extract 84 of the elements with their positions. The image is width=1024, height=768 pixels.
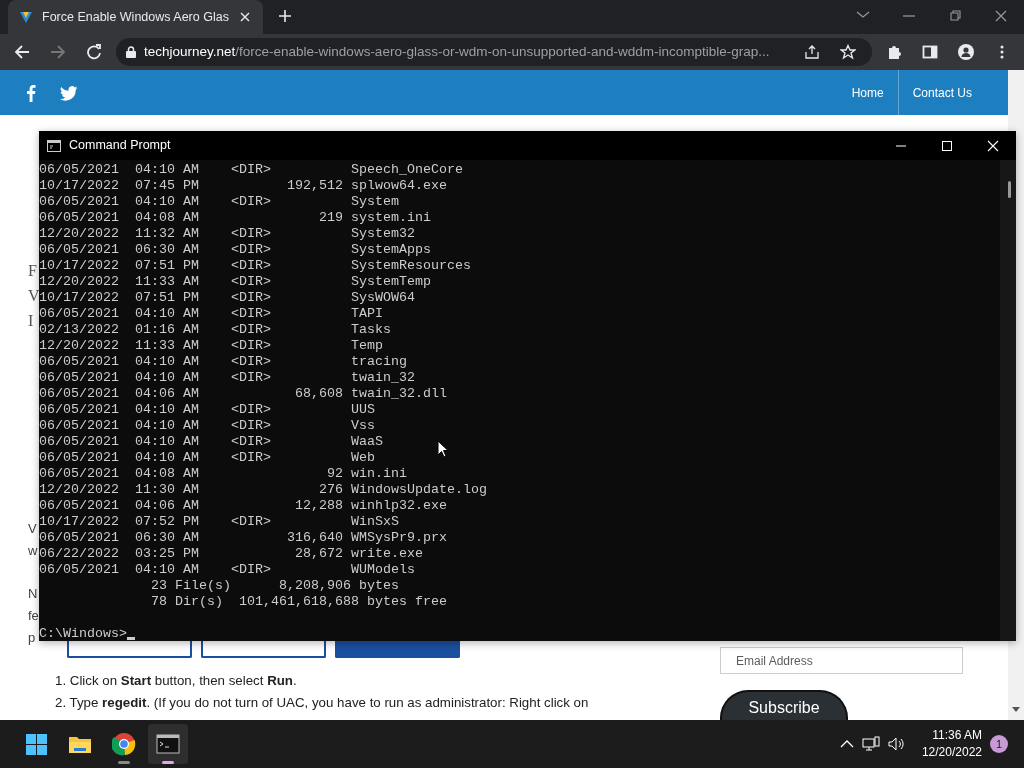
back-arrow-icon (14, 44, 30, 60)
console-line: 10/17/2022 07:52 PM <DIR> WinSxS (39, 514, 399, 530)
chrome-icon (112, 732, 136, 756)
side-panel-icon (922, 44, 938, 60)
console-line: 06/05/2021 06:30 AM <DIR> SystemApps (39, 242, 431, 258)
facebook-icon (26, 84, 36, 103)
list-item: 2. Type regedit. (If you do not turn of UAC, you have to run as administrator: Right click on (55, 694, 589, 712)
notification-badge[interactable]: 1 (990, 735, 1008, 753)
console-line: 06/05/2021 04:10 AM <DIR> twain_32 (39, 370, 415, 386)
chevron-up-icon[interactable] (839, 739, 854, 749)
close-icon (240, 12, 250, 22)
maximize-icon (941, 139, 953, 152)
console-prompt: C:\Windows> (39, 626, 127, 641)
console-line: 06/05/2021 04:10 AM <DIR> WUModels (39, 562, 415, 578)
text-cursor (127, 637, 135, 640)
console-icon (47, 139, 61, 152)
console-line: 12/20/2022 11:30 AM 276 WindowsUpdate.log (39, 482, 487, 498)
console-line: 06/22/2022 03:25 PM 28,672 write.exe (39, 546, 423, 562)
paragraph-text-fragment: V (28, 520, 37, 538)
close-icon (994, 9, 1008, 23)
share-icon (804, 44, 820, 60)
close-icon (987, 139, 999, 152)
restore-icon (948, 9, 962, 23)
site-icon (18, 9, 34, 25)
forward-arrow-icon (50, 44, 66, 60)
puzzle-icon (886, 44, 902, 60)
lock-icon (126, 46, 136, 58)
console-line: 06/05/2021 04:10 AM <DIR> UUS (39, 402, 375, 418)
nav-link[interactable]: Home (837, 70, 898, 115)
nav-link[interactable]: Contact Us (897, 70, 986, 115)
heading-text-fragment: I (28, 311, 34, 331)
console-line: 10/17/2022 07:51 PM <DIR> SystemResources (39, 258, 471, 274)
console-line: 10/17/2022 07:51 PM <DIR> SysWOW64 (39, 290, 415, 306)
subscribe-button[interactable]: Subscribe (720, 690, 848, 720)
console-line: 78 Dir(s) 101,461,618,688 bytes free (149, 594, 447, 610)
console-line: 06/05/2021 04:10 AM <DIR> tracing (39, 354, 407, 370)
pointer-icon (437, 440, 449, 458)
paragraph-text-fragment: fe (28, 607, 39, 625)
console-line: 06/05/2021 04:10 AM <DIR> Web (39, 450, 375, 466)
console-line: 12/20/2022 11:32 AM <DIR> System32 (39, 226, 415, 242)
console-line: 06/05/2021 04:06 AM 68,608 twain_32.dll (39, 386, 447, 402)
windows-logo-icon (24, 732, 48, 756)
url-text: techjourney.net/force-enable-windows-aero-glass-or-wdm-on-unsupported-and-wddm-incomptible-grap... (144, 42, 771, 61)
console-line: 06/05/2021 04:10 AM <DIR> System (39, 194, 399, 210)
volume-icon[interactable] (887, 736, 906, 752)
console-line: 06/05/2021 04:10 AM <DIR> TAPI (39, 306, 383, 322)
tab-title: Force Enable Windows Aero Glas (42, 8, 229, 26)
email-field[interactable]: Email Address (720, 647, 963, 674)
page-button[interactable] (67, 641, 192, 658)
paragraph-text-fragment: N (28, 585, 38, 603)
clock-date[interactable]: 12/20/2022 (921, 744, 982, 761)
console-line: 02/13/2022 01:16 AM <DIR> Tasks (39, 322, 391, 338)
scroll-thumb[interactable] (1008, 181, 1011, 198)
console-line: 23 File(s) 8,208,906 bytes (149, 578, 399, 594)
paragraph-text-fragment: p (28, 629, 36, 647)
window-title: Command Prompt (69, 137, 172, 155)
console-line: 10/17/2022 07:45 PM 192,512 splwow64.exe (39, 178, 447, 194)
scroll-down-icon (1012, 707, 1020, 712)
bird-icon (60, 85, 78, 101)
star-icon (840, 44, 856, 60)
address-bar[interactable]: techjourney.net/force-enable-windows-aero-glass-or-wdm-on-unsupported-and-wddm-incomptible-grap... (116, 38, 872, 66)
console-line: 12/20/2022 11:33 AM <DIR> SystemTemp (39, 274, 431, 290)
paragraph-text-fragment: w (28, 542, 38, 560)
browser-tab[interactable]: Force Enable Windows Aero Glas (8, 0, 263, 34)
scrollbar[interactable] (1000, 160, 1016, 641)
clock-time[interactable]: 11:36 AM (921, 727, 982, 744)
list-item: 1. Click on Start button, then select Run. (55, 672, 298, 690)
heading-text-fragment: F (28, 261, 37, 281)
network-icon[interactable] (861, 736, 880, 752)
console-line: 06/05/2021 04:08 AM 219 system.ini (39, 210, 431, 226)
taskbar-app[interactable] (148, 724, 188, 764)
terminal-icon (156, 732, 180, 756)
console-line: 06/05/2021 04:10 AM <DIR> Vss (39, 418, 375, 434)
console-line: 06/05/2021 06:30 AM 316,640 WMSysPr9.prx (39, 530, 447, 546)
plus-icon (278, 9, 292, 23)
heading-text-fragment: V (28, 286, 40, 306)
console-line: 06/05/2021 04:10 AM <DIR> WaaS (39, 434, 383, 450)
console-line: 06/05/2021 04:08 AM 92 win.ini (39, 466, 407, 482)
person-icon (958, 44, 974, 60)
console-line: 06/05/2021 04:06 AM 12,288 winhlp32.exe (39, 498, 447, 514)
console-line: 12/20/2022 11:33 AM <DIR> Temp (39, 338, 383, 354)
page-button[interactable] (201, 641, 326, 658)
reload-icon (86, 44, 102, 60)
console-line: 06/05/2021 04:10 AM <DIR> Speech_OneCore (39, 162, 463, 178)
